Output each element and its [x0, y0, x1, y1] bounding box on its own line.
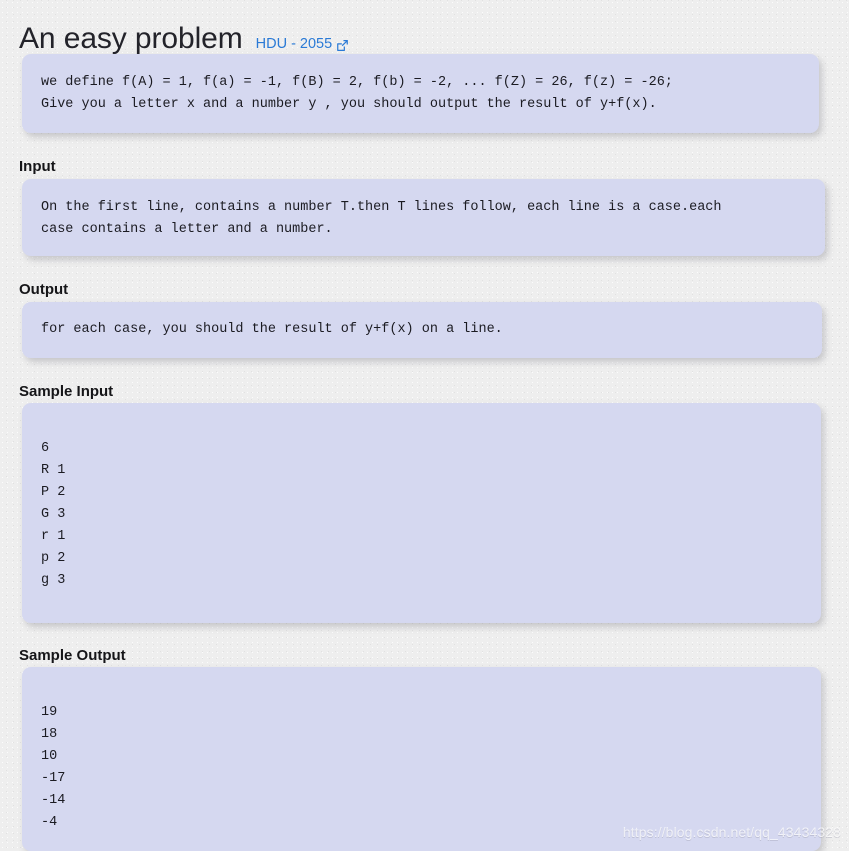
section-heading-sample-output: Sample Output	[19, 647, 126, 664]
sample-output-panel: 19 18 10 -17 -14 -4	[22, 667, 821, 851]
input-description-text: On the first line, contains a number T.t…	[41, 200, 722, 237]
source-link[interactable]: HDU - 2055	[256, 36, 350, 52]
output-description-text: for each case, you should the result of …	[41, 322, 503, 337]
problem-description-panel: we define f(A) = 1, f(a) = -1, f(B) = 2,…	[22, 54, 819, 133]
input-panel: On the first line, contains a number T.t…	[22, 179, 825, 256]
page-title: An easy problem	[19, 22, 243, 56]
problem-description-text: we define f(A) = 1, f(a) = -1, f(B) = 2,…	[41, 75, 673, 112]
source-link-label: HDU - 2055	[255, 36, 333, 53]
problem-page: An easy problem HDU - 2055 we define f(A…	[0, 0, 849, 851]
section-heading-input: Input	[19, 158, 56, 175]
section-heading-output: Output	[19, 281, 69, 298]
section-heading-sample-input: Sample Input	[19, 383, 114, 400]
sample-input-panel: 6 R 1 P 2 G 3 r 1 p 2 g 3	[22, 403, 821, 623]
output-panel: for each case, you should the result of …	[22, 302, 822, 358]
external-link-icon	[336, 39, 349, 52]
sample-input-text: 6 R 1 P 2 G 3 r 1 p 2 g 3	[41, 441, 66, 588]
sample-output-text: 19 18 10 -17 -14 -4	[41, 705, 66, 830]
